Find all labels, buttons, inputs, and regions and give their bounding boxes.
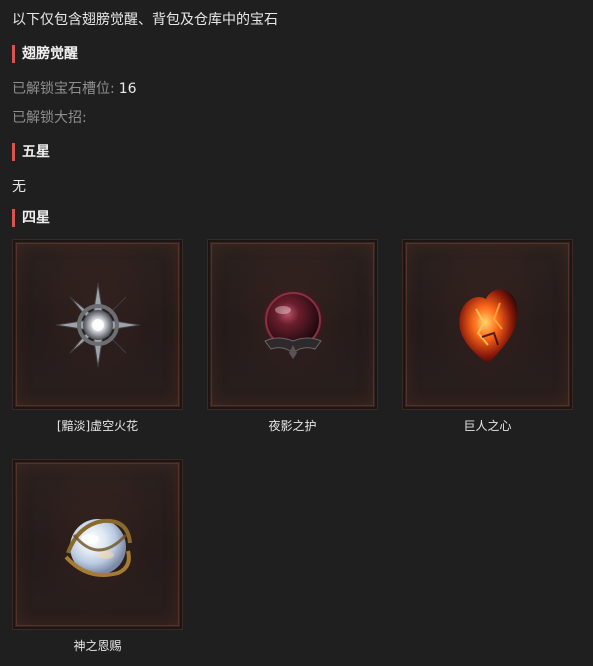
gods-gift-orb-icon — [64, 518, 132, 577]
giant-heart-icon — [459, 289, 518, 363]
five-star-empty-text: 无 — [12, 179, 26, 195]
void-spark-icon — [55, 282, 141, 368]
gem-card[interactable]: 神之恩赐 — [12, 459, 183, 654]
gem-frame[interactable] — [12, 239, 183, 410]
gem-name: 巨人之心 — [463, 419, 512, 433]
unlocked-ultimate-label: 已解锁大招: — [12, 110, 87, 126]
gem-card[interactable]: 夜影之护 — [207, 239, 378, 434]
unlocked-slots-value: 16 — [118, 81, 137, 97]
gem-frame[interactable] — [207, 239, 378, 410]
night-shadow-orb-icon — [263, 290, 323, 359]
section-title-wings: 翅膀觉醒 — [12, 45, 78, 63]
gem-inventory-page: 以下仅包含翅膀觉醒、背包及仓库中的宝石 翅膀觉醒 已解锁宝石槽位: 16 已解锁大… — [0, 0, 593, 666]
gem-card[interactable]: 巨人之心 — [402, 239, 573, 434]
gem-name: 神之恩赐 — [73, 639, 122, 653]
gem-frame[interactable] — [12, 459, 183, 630]
gem-frame[interactable] — [402, 239, 573, 410]
gem-card[interactable]: [黯淡]虚空火花 — [12, 239, 183, 434]
unlocked-slots-label: 已解锁宝石槽位: — [12, 81, 115, 97]
section-title-five-star: 五星 — [12, 143, 50, 161]
gem-name: 夜影之护 — [268, 419, 317, 433]
intro-text: 以下仅包含翅膀觉醒、背包及仓库中的宝石 — [12, 12, 278, 28]
gem-name: [黯淡]虚空火花 — [56, 419, 139, 433]
section-title-four-star: 四星 — [12, 209, 50, 227]
unlocked-ultimate-line: 已解锁大招: — [12, 107, 91, 127]
unlocked-slots-line: 已解锁宝石槽位: 16 — [12, 78, 137, 98]
